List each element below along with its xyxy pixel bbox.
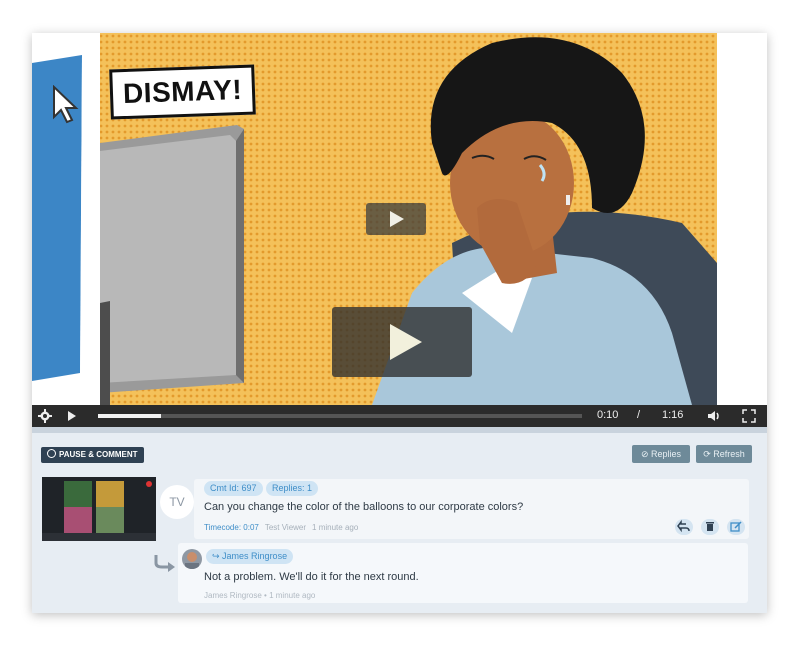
comment-timecode[interactable]: Timecode: 0:07 [204, 523, 259, 532]
reply-meta: James Ringrose • 1 minute ago [204, 591, 315, 600]
pause-circle-icon [47, 449, 56, 458]
play-icon [390, 211, 404, 227]
reply-thread-arrow-icon [154, 555, 175, 572]
reply-arrow-icon: ↪ [212, 551, 223, 561]
refresh-button-label: Refresh [713, 449, 745, 459]
comment-id-badge: Cmt Id: 697 [204, 481, 263, 496]
reply-meta-separator: • [264, 591, 267, 600]
video-player[interactable]: DISMAY! [32, 33, 767, 405]
replies-button[interactable]: ⊘ Replies [632, 445, 690, 463]
comment-text: Can you change the color of the balloons… [204, 501, 524, 513]
replies-button-label: Replies [651, 449, 682, 459]
time-separator: / [637, 409, 641, 421]
edit-icon [730, 521, 742, 532]
comment-meta: Timecode: 0:07 Test Viewer 1 minute ago [204, 523, 358, 532]
reply-author-tag-label: James Ringrose [222, 551, 288, 561]
thumbnail-tile [96, 507, 124, 533]
video-controls: 0:10 / 1:16 [32, 405, 767, 427]
recording-dot-icon [146, 481, 152, 487]
play-overlay-button[interactable] [332, 307, 472, 377]
pause-and-comment-label: PAUSE & COMMENT [59, 450, 138, 459]
reply-author-tag: ↪ James Ringrose [206, 549, 294, 564]
refresh-icon: ⟳ [703, 449, 714, 459]
thumbnail-tile [64, 481, 92, 507]
thumbnail-tile [64, 507, 92, 533]
current-time: 0:10 [597, 409, 619, 421]
refresh-button[interactable]: ⟳ Refresh [696, 445, 752, 463]
reply-action-button[interactable] [675, 519, 693, 535]
reply-author: James Ringrose [204, 591, 262, 600]
settings-gear-icon[interactable] [38, 409, 52, 423]
fullscreen-icon[interactable] [742, 409, 756, 423]
play-button[interactable] [68, 411, 76, 421]
seek-bar-progress [98, 414, 161, 418]
edit-action-button[interactable] [727, 519, 745, 535]
comic-caption: DISMAY! [109, 64, 256, 120]
comment-author: Test Viewer [264, 523, 307, 532]
total-duration: 1:16 [662, 409, 684, 421]
avatar-portrait [185, 552, 199, 569]
reply-text: Not a problem. We'll do it for the next … [204, 571, 419, 583]
panel-divider [32, 427, 767, 433]
seek-bar[interactable] [98, 414, 582, 418]
reply-time-ago: 1 minute ago [269, 591, 316, 600]
comment-time-ago: 1 minute ago [312, 523, 359, 532]
play-icon [390, 324, 422, 360]
delete-action-button[interactable] [701, 519, 719, 535]
replies-count-badge[interactable]: Replies: 1 [266, 481, 319, 496]
reply-author-avatar [182, 549, 202, 569]
trash-icon [706, 522, 714, 531]
commenter-avatar: TV [160, 485, 194, 519]
thumbnail-toolbar [42, 533, 156, 541]
thumbnail-tile [96, 481, 124, 507]
reply-icon [677, 519, 690, 533]
cursor-arrow-icon [53, 85, 79, 124]
review-window: DISMAY! 0:10 / 1:16 PAUSE & COMMENT ⊘ Re… [32, 33, 767, 613]
replies-eye-icon: ⊘ [640, 449, 652, 459]
play-overlay-small[interactable] [366, 203, 426, 235]
volume-icon[interactable] [707, 409, 721, 423]
pause-and-comment-button[interactable]: PAUSE & COMMENT [41, 447, 144, 463]
comment-frame-thumbnail[interactable] [42, 477, 156, 541]
